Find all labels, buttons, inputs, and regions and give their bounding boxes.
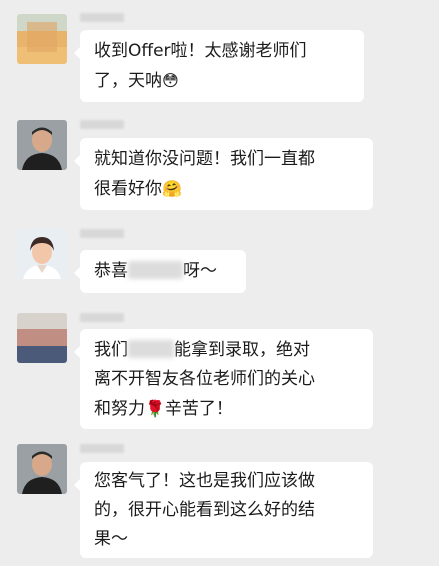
message-text: 收到Offer啦！太感谢老师们 <box>94 41 307 61</box>
message-text: 的，很开心能看到这么好的结 <box>94 500 315 520</box>
avatar[interactable] <box>17 14 67 64</box>
message-text: 能拿到录取，绝对 <box>174 340 310 360</box>
message-text: 果～ <box>94 529 128 549</box>
avatar[interactable] <box>17 120 67 170</box>
message-text: 了，天呐 <box>94 71 162 91</box>
message-text: 就知道你没问题！我们一直都 <box>94 149 315 169</box>
message-text: 您客气了！这也是我们应该做 <box>94 471 315 491</box>
rose-icon: 🌹 <box>145 399 165 418</box>
sender-name <box>80 444 124 453</box>
redacted-name <box>128 261 183 279</box>
sender-name <box>80 13 124 22</box>
message-text: 恭喜 <box>94 261 128 281</box>
message-text: 我们 <box>94 340 128 360</box>
message-text: 辛苦了！ <box>164 399 233 419</box>
avatar[interactable] <box>17 313 67 363</box>
message-bubble[interactable]: 收到Offer啦！太感谢老师们 了，天呐😳 <box>74 30 364 102</box>
message-bubble[interactable]: 恭喜 呀～ <box>74 250 246 293</box>
message-text: 离不开智友各位老师们的关心 <box>94 369 315 389</box>
hugging-face-icon: 🤗 <box>162 179 182 198</box>
redacted-name <box>128 340 174 358</box>
avatar[interactable] <box>17 229 67 279</box>
message-bubble[interactable]: 您客气了！这也是我们应该做 的，很开心能看到这么好的结 果～ <box>74 462 373 558</box>
sender-name <box>80 120 124 129</box>
flushed-face-icon: 😳 <box>162 71 179 90</box>
message-text: 和努力 <box>94 399 145 419</box>
message-bubble[interactable]: 就知道你没问题！我们一直都 很看好你🤗 <box>74 138 373 210</box>
message-text: 呀～ <box>183 261 217 281</box>
avatar[interactable] <box>17 444 67 494</box>
sender-name <box>80 313 124 322</box>
message-text: 很看好你 <box>94 179 162 199</box>
message-bubble[interactable]: 我们 能拿到录取，绝对 离不开智友各位老师们的关心 和努力🌹辛苦了！ <box>74 329 373 429</box>
sender-name <box>80 229 124 238</box>
